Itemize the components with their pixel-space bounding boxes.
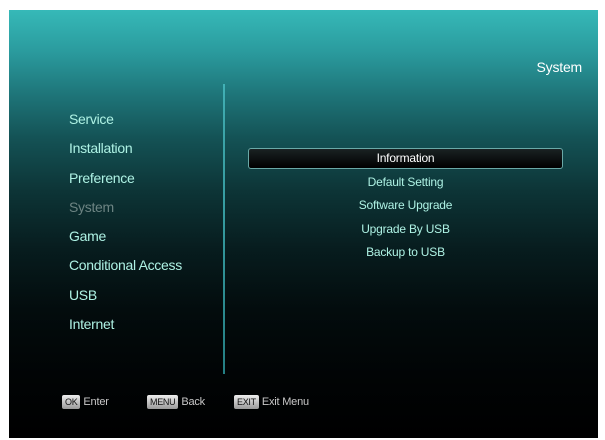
hint-exit-menu-label: Exit Menu: [261, 396, 309, 408]
hint-exit-menu[interactable]: EXIT Exit Menu: [234, 395, 309, 409]
submenu-item-upgrade-by-usb[interactable]: Upgrade By USB: [248, 218, 563, 241]
main-menu-item-service[interactable]: Service: [69, 109, 182, 138]
main-menu-item-internet[interactable]: Internet: [69, 314, 182, 343]
submenu-item-information[interactable]: Information: [248, 148, 563, 169]
system-submenu: Information Default Setting Software Upg…: [248, 148, 563, 264]
hint-enter-label: Enter: [83, 396, 109, 408]
main-menu-item-installation[interactable]: Installation: [69, 138, 182, 167]
menu-key-icon: MENU: [147, 395, 179, 409]
submenu-item-software-upgrade[interactable]: Software Upgrade: [248, 194, 563, 217]
exit-key-icon: EXIT: [234, 395, 259, 409]
menu-divider: [223, 84, 225, 374]
submenu-item-default-setting[interactable]: Default Setting: [248, 171, 563, 194]
hint-back-label: Back: [181, 396, 205, 408]
main-menu-item-usb[interactable]: USB: [69, 285, 182, 314]
ok-key-icon: OK: [62, 395, 81, 409]
hint-enter[interactable]: OK Enter: [62, 395, 109, 409]
hint-back[interactable]: MENU Back: [147, 395, 205, 409]
main-menu-item-game[interactable]: Game: [69, 226, 182, 255]
main-menu-item-system[interactable]: System: [69, 197, 182, 226]
tv-menu-screen: System Service Installation Preference S…: [9, 10, 598, 438]
main-menu: Service Installation Preference System G…: [69, 109, 182, 343]
page-title: System: [536, 59, 583, 75]
submenu-item-backup-to-usb[interactable]: Backup to USB: [248, 241, 563, 264]
main-menu-item-preference[interactable]: Preference: [69, 168, 182, 197]
key-hint-bar: OK Enter MENU Back EXIT Exit Menu: [9, 395, 598, 413]
main-menu-item-conditional-access[interactable]: Conditional Access: [69, 255, 182, 284]
